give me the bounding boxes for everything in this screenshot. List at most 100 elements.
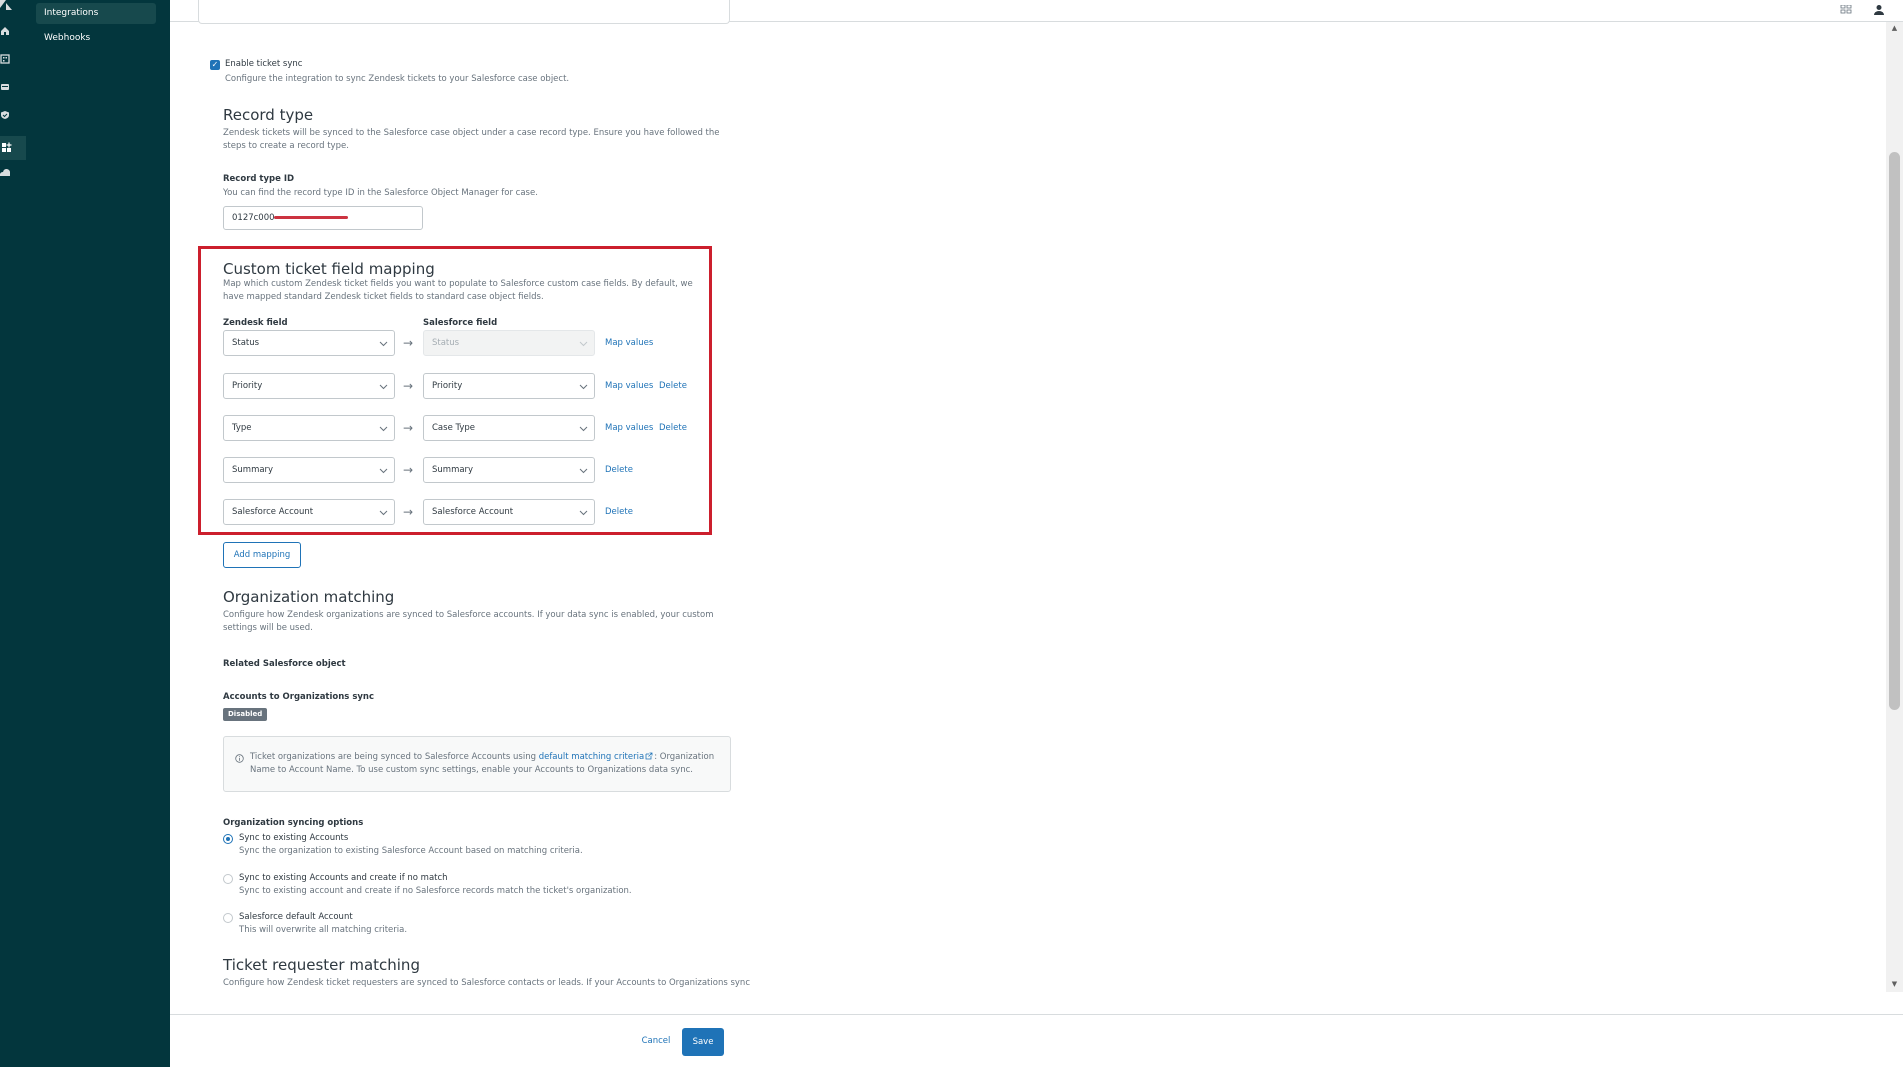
nav-item-integrations[interactable]: Integrations: [36, 3, 156, 24]
cancel-button[interactable]: Cancel: [636, 1028, 676, 1054]
delete-mapping-link[interactable]: Delete: [659, 415, 687, 441]
product-rail: [0, 0, 26, 1067]
radio-label: Salesforce default Account: [239, 912, 353, 922]
zendesk-field-select[interactable]: Summary: [223, 457, 395, 483]
zendesk-field-value: Priority: [232, 381, 263, 391]
default-matching-criteria-link[interactable]: default matching criteria: [539, 752, 645, 762]
radio-desc: Sync to existing account and create if n…: [239, 886, 632, 896]
delete-mapping-link[interactable]: Delete: [605, 499, 633, 525]
secondary-nav: Integrations Webhooks: [26, 0, 170, 1067]
footer-bar: Cancel Save: [170, 1014, 1903, 1067]
channels-icon[interactable]: [0, 82, 14, 100]
zendesk-field-value: Summary: [232, 465, 274, 475]
cloud-icon[interactable]: [0, 168, 14, 186]
record-type-id-desc: You can find the record type ID in the S…: [223, 188, 538, 198]
sync-status-badge: Disabled: [223, 708, 268, 721]
chevron-down-icon: [379, 384, 388, 390]
user-avatar-icon[interactable]: [1873, 0, 1887, 15]
radio-label: Sync to existing Accounts: [239, 833, 349, 843]
salesforce-field-select[interactable]: Case Type: [423, 415, 595, 441]
chevron-down-icon: [579, 341, 588, 347]
salesforce-field-value: Salesforce Account: [432, 507, 514, 517]
apps-integrations-icon[interactable]: [0, 136, 26, 160]
save-button[interactable]: Save: [682, 1028, 724, 1056]
radio-salesforce-default-account[interactable]: [223, 913, 233, 923]
scroll-up-icon[interactable]: ▲: [1890, 24, 1899, 33]
zendesk-field-value: Salesforce Account: [232, 507, 314, 517]
radio-desc: This will overwrite all matching criteri…: [239, 925, 408, 935]
zendesk-field-select[interactable]: Salesforce Account: [223, 499, 395, 525]
salesforce-field-value: Priority: [432, 381, 463, 391]
salesforce-field-select[interactable]: Salesforce Account: [423, 499, 595, 525]
salesforce-field-select: Status: [423, 330, 595, 356]
shield-check-icon[interactable]: [0, 110, 14, 128]
products-grid-icon[interactable]: [1840, 0, 1854, 14]
building-icon[interactable]: [0, 54, 14, 72]
record-type-id-value: 0127c000: [232, 213, 275, 223]
organization-matching-title: Organization matching: [223, 588, 395, 606]
chevron-down-icon: [579, 468, 588, 474]
info-notice: Ticket organizations are being synced to…: [223, 736, 731, 792]
record-type-title: Record type: [223, 106, 314, 124]
arrow-right-icon: →: [403, 379, 414, 393]
map-values-link[interactable]: Map values: [605, 330, 653, 356]
previous-section-card: [198, 0, 730, 24]
record-type-desc: Zendesk tickets will be synced to the Sa…: [223, 128, 720, 151]
custom-mapping-desc: Map which custom Zendesk ticket fields y…: [223, 279, 693, 302]
info-icon: [235, 754, 244, 763]
arrow-right-icon: →: [403, 463, 414, 477]
salesforce-field-value: Status: [432, 338, 460, 348]
delete-mapping-link[interactable]: Delete: [605, 457, 633, 483]
chevron-down-icon: [579, 510, 588, 516]
info-text-prefix: Ticket organizations are being synced to…: [250, 752, 539, 762]
delete-mapping-link[interactable]: Delete: [659, 373, 687, 399]
accounts-to-organizations-sync-label: Accounts to Organizations sync: [223, 692, 375, 702]
salesforce-field-select[interactable]: Summary: [423, 457, 595, 483]
scroll-down-icon[interactable]: ▼: [1890, 980, 1899, 989]
organization-syncing-options-label: Organization syncing options: [223, 818, 364, 828]
arrow-right-icon: →: [403, 505, 414, 519]
home-icon[interactable]: [0, 26, 14, 44]
main-content: ✓ Enable ticket sync Configure the integ…: [170, 22, 1886, 1014]
salesforce-field-select[interactable]: Priority: [423, 373, 595, 399]
radio-desc: Sync the organization to existing Salesf…: [239, 846, 583, 856]
enable-ticket-sync-checkbox[interactable]: ✓: [210, 60, 220, 70]
enable-ticket-sync-desc: Configure the integration to sync Zendes…: [225, 74, 570, 84]
chevron-down-icon: [379, 510, 388, 516]
info-notice-text: Ticket organizations are being synced to…: [250, 751, 720, 777]
info-text-suffix: : Organization: [654, 752, 715, 762]
radio-sync-existing-accounts[interactable]: [223, 834, 233, 844]
info-text-line2: Name to Account Name. To use custom sync…: [250, 765, 693, 775]
zendesk-field-value: Status: [232, 338, 260, 348]
chevron-down-icon: [379, 468, 388, 474]
zendesk-logo-icon[interactable]: [0, 0, 14, 18]
map-values-link[interactable]: Map values: [605, 415, 653, 441]
zendesk-field-select[interactable]: Status: [223, 330, 395, 356]
salesforce-field-value: Summary: [432, 465, 474, 475]
scrollbar-thumb[interactable]: [1889, 152, 1900, 710]
ticket-requester-matching-title: Ticket requester matching: [223, 956, 420, 974]
chevron-down-icon: [379, 341, 388, 347]
zendesk-field-column-header: Zendesk field: [223, 318, 288, 328]
zendesk-field-select[interactable]: Priority: [223, 373, 395, 399]
zendesk-field-select[interactable]: Type: [223, 415, 395, 441]
vertical-scrollbar[interactable]: ▲ ▼: [1886, 22, 1903, 992]
nav-item-webhooks[interactable]: Webhooks: [36, 28, 156, 49]
arrow-right-icon: →: [403, 336, 414, 350]
ticket-requester-matching-desc: Configure how Zendesk ticket requesters …: [223, 978, 750, 988]
arrow-right-icon: →: [403, 421, 414, 435]
chevron-down-icon: [579, 384, 588, 390]
map-values-link[interactable]: Map values: [605, 373, 653, 399]
add-mapping-button[interactable]: Add mapping: [223, 542, 301, 568]
custom-mapping-title: Custom ticket field mapping: [223, 260, 435, 278]
radio-label: Sync to existing Accounts and create if …: [239, 873, 448, 883]
salesforce-field-column-header: Salesforce field: [423, 318, 498, 328]
zendesk-field-value: Type: [232, 423, 252, 433]
chevron-down-icon: [579, 426, 588, 432]
chevron-down-icon: [379, 426, 388, 432]
record-type-id-label: Record type ID: [223, 174, 295, 184]
radio-sync-and-create[interactable]: [223, 874, 233, 884]
related-salesforce-object-label: Related Salesforce object: [223, 659, 346, 669]
redaction-mark: [274, 216, 348, 219]
enable-ticket-sync-label: Enable ticket sync: [225, 59, 303, 69]
